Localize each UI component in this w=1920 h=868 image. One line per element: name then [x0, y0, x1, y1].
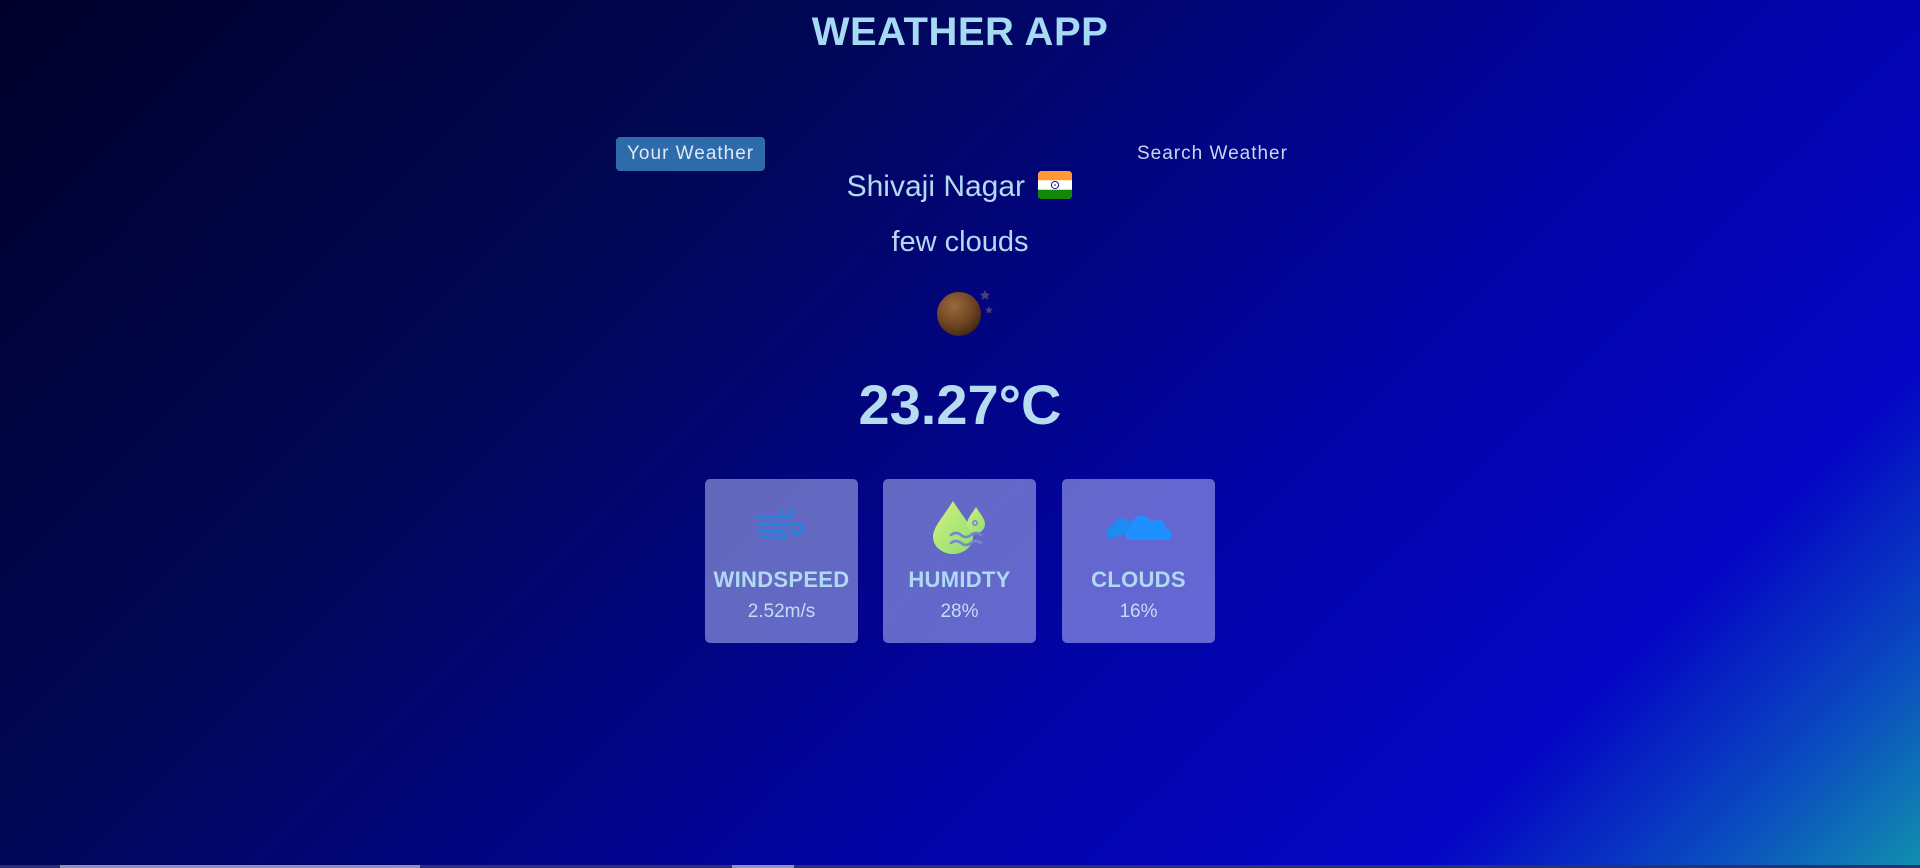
- tab-search-weather[interactable]: Search Weather: [1126, 137, 1299, 171]
- humidity-drop-icon: [883, 499, 1036, 560]
- wind-icon: [705, 509, 858, 548]
- cloud-icon: [1062, 513, 1215, 548]
- weather-description: few clouds: [891, 226, 1029, 258]
- windspeed-value: 2.52m/s: [747, 601, 816, 622]
- humidity-value: 28%: [940, 601, 979, 622]
- humidity-label: HUMIDTY: [908, 567, 1011, 592]
- stat-card-humidity: HUMIDTY 28%: [883, 479, 1036, 643]
- tab-your-weather[interactable]: Your Weather: [616, 137, 766, 171]
- stat-card-clouds: CLOUDS 16%: [1062, 479, 1215, 643]
- temperature: 23.27°C: [858, 373, 1062, 436]
- windspeed-label: WINDSPEED: [713, 567, 850, 592]
- few-clouds-night-icon: [937, 290, 993, 336]
- city-name-row: Shivaji Nagar: [0, 168, 1920, 204]
- india-flag-icon: [1038, 171, 1073, 199]
- stat-card-windspeed: WINDSPEED 2.52m/s: [705, 479, 858, 643]
- clouds-value: 16%: [1119, 601, 1158, 622]
- clouds-label: CLOUDS: [1091, 567, 1186, 592]
- city-name: Shivaji Nagar: [846, 170, 1026, 203]
- app-title: WEATHER APP: [811, 10, 1109, 54]
